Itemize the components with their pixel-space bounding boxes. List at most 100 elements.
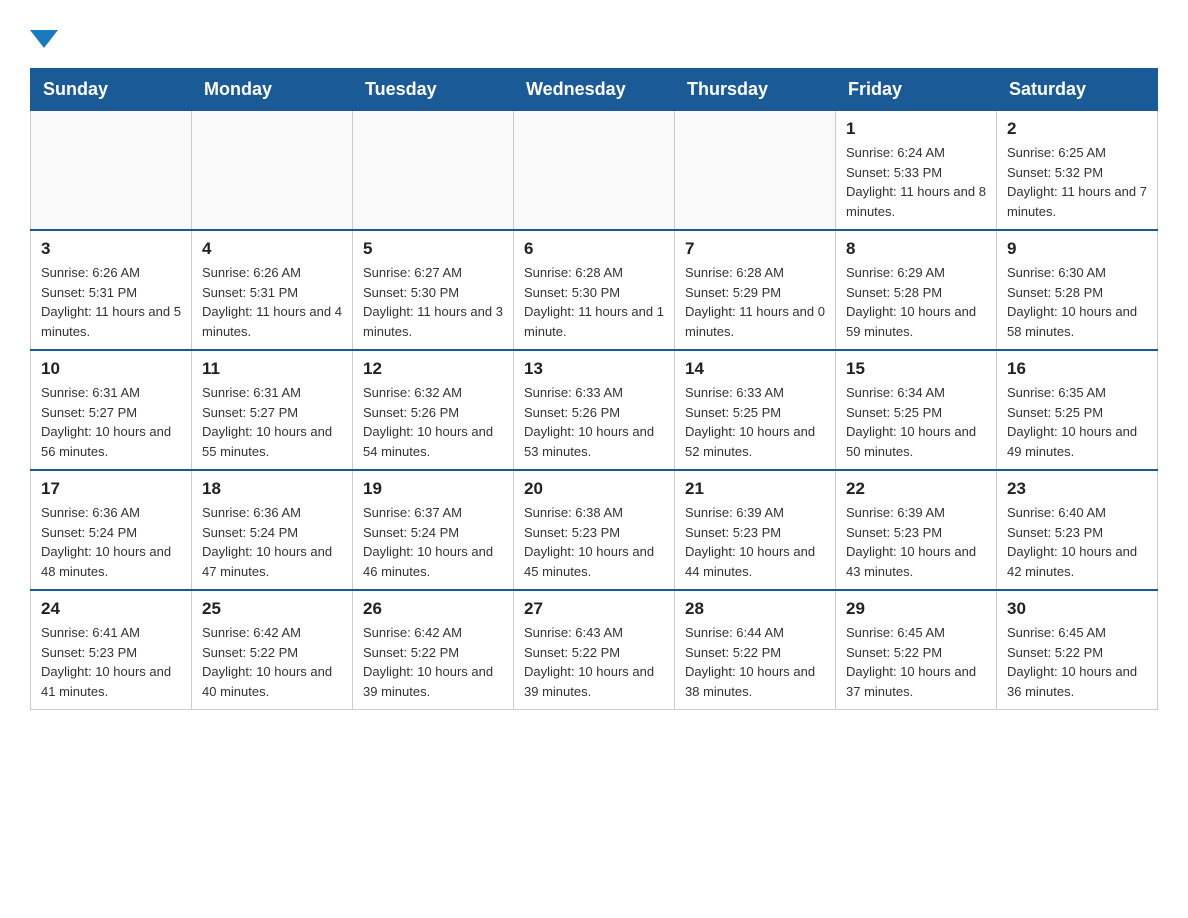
day-number: 2 [1007, 119, 1147, 139]
day-number: 8 [846, 239, 986, 259]
calendar-cell: 29 Sunrise: 6:45 AMSunset: 5:22 PMDayligh… [836, 590, 997, 710]
day-info: Sunrise: 6:38 AMSunset: 5:23 PMDaylight:… [524, 503, 664, 581]
day-info: Sunrise: 6:45 AMSunset: 5:22 PMDaylight:… [846, 623, 986, 701]
day-info: Sunrise: 6:42 AMSunset: 5:22 PMDaylight:… [202, 623, 342, 701]
day-number: 28 [685, 599, 825, 619]
day-info: Sunrise: 6:37 AMSunset: 5:24 PMDaylight:… [363, 503, 503, 581]
calendar-cell: 20 Sunrise: 6:38 AMSunset: 5:23 PMDayligh… [514, 470, 675, 590]
day-number: 23 [1007, 479, 1147, 499]
calendar-cell: 25 Sunrise: 6:42 AMSunset: 5:22 PMDayligh… [192, 590, 353, 710]
day-info: Sunrise: 6:32 AMSunset: 5:26 PMDaylight:… [363, 383, 503, 461]
calendar-cell: 10 Sunrise: 6:31 AMSunset: 5:27 PMDayligh… [31, 350, 192, 470]
calendar-table: SundayMondayTuesdayWednesdayThursdayFrid… [30, 68, 1158, 710]
calendar-cell: 19 Sunrise: 6:37 AMSunset: 5:24 PMDayligh… [353, 470, 514, 590]
calendar-cell: 17Sunrise: 6:36 AMSunset: 5:24 PMDayligh… [31, 470, 192, 590]
day-number: 30 [1007, 599, 1147, 619]
calendar-cell: 5 Sunrise: 6:27 AMSunset: 5:30 PMDaylight… [353, 230, 514, 350]
calendar-week-row: 17 Sunrise: 6:36 AMSunset: 5:24 PMDayligh… [31, 470, 1158, 590]
day-number: 10 [41, 359, 181, 379]
day-number: 7 [685, 239, 825, 259]
day-number: 13 [524, 359, 664, 379]
day-number: 16 [1007, 359, 1147, 379]
day-number: 9 [1007, 239, 1147, 259]
calendar-cell [353, 111, 514, 231]
day-info: Sunrise: 6:35 AMSunset: 5:25 PMDaylight:… [1007, 383, 1147, 461]
calendar-cell [675, 111, 836, 231]
day-info: Sunrise: 6:39 AMSunset: 5:23 PMDaylight:… [685, 503, 825, 581]
calendar-header-row: SundayMondayTuesdayWednesdayThursdayFrid… [31, 69, 1158, 111]
calendar-cell: 8 Sunrise: 6:29 AMSunset: 5:28 PMDaylight… [836, 230, 997, 350]
calendar-week-row: 24 Sunrise: 6:41 AMSunset: 5:23 PMDayligh… [31, 590, 1158, 710]
day-number: 18 [202, 479, 342, 499]
day-info: Sunrise: 6:44 AMSunset: 5:22 PMDaylight:… [685, 623, 825, 701]
day-number: 27 [524, 599, 664, 619]
day-info: Sunrise: 6:29 AMSunset: 5:28 PMDaylight:… [846, 263, 986, 341]
day-info: Sunrise: 6:41 AMSunset: 5:23 PMDaylight:… [41, 623, 181, 701]
calendar-cell: 27 Sunrise: 6:43 AMSunset: 5:22 PMDayligh… [514, 590, 675, 710]
day-number: 11 [202, 359, 342, 379]
day-number: 22 [846, 479, 986, 499]
calendar-cell: 21 Sunrise: 6:39 AMSunset: 5:23 PMDayligh… [675, 470, 836, 590]
calendar-cell: 13Sunrise: 6:33 AMSunset: 5:26 PMDayligh… [514, 350, 675, 470]
day-info: Sunrise: 6:33 AMSunset: 5:25 PMDaylight:… [685, 383, 825, 461]
day-number: 12 [363, 359, 503, 379]
calendar-cell: 23Sunrise: 6:40 AMSunset: 5:23 PMDayligh… [997, 470, 1158, 590]
calendar-cell: 1Sunrise: 6:24 AMSunset: 5:33 PMDaylight… [836, 111, 997, 231]
calendar-cell: 14 Sunrise: 6:33 AMSunset: 5:25 PMDayligh… [675, 350, 836, 470]
calendar-cell: 7 Sunrise: 6:28 AMSunset: 5:29 PMDaylight… [675, 230, 836, 350]
day-number: 3 [41, 239, 181, 259]
calendar-cell: 22 Sunrise: 6:39 AMSunset: 5:23 PMDayligh… [836, 470, 997, 590]
calendar-cell: 18 Sunrise: 6:36 AMSunset: 5:24 PMDayligh… [192, 470, 353, 590]
calendar-week-row: 1Sunrise: 6:24 AMSunset: 5:33 PMDaylight… [31, 111, 1158, 231]
day-info: Sunrise: 6:27 AMSunset: 5:30 PMDaylight:… [363, 263, 503, 341]
calendar-cell: 24 Sunrise: 6:41 AMSunset: 5:23 PMDayligh… [31, 590, 192, 710]
day-info: Sunrise: 6:43 AMSunset: 5:22 PMDaylight:… [524, 623, 664, 701]
calendar-cell: 4 Sunrise: 6:26 AMSunset: 5:31 PMDaylight… [192, 230, 353, 350]
day-number: 4 [202, 239, 342, 259]
day-info: Sunrise: 6:45 AMSunset: 5:22 PMDaylight:… [1007, 623, 1147, 701]
day-number: 25 [202, 599, 342, 619]
day-number: 24 [41, 599, 181, 619]
calendar-cell [31, 111, 192, 231]
calendar-cell [514, 111, 675, 231]
day-info: Sunrise: 6:36 AMSunset: 5:24 PMDaylight:… [202, 503, 342, 581]
calendar-cell: 6Sunrise: 6:28 AMSunset: 5:30 PMDaylight… [514, 230, 675, 350]
day-info: Sunrise: 6:25 AMSunset: 5:32 PMDaylight:… [1007, 143, 1147, 221]
calendar-cell: 3 Sunrise: 6:26 AMSunset: 5:31 PMDaylight… [31, 230, 192, 350]
day-info: Sunrise: 6:34 AMSunset: 5:25 PMDaylight:… [846, 383, 986, 461]
calendar-cell [192, 111, 353, 231]
calendar-cell: 9 Sunrise: 6:30 AMSunset: 5:28 PMDaylight… [997, 230, 1158, 350]
calendar-cell: 12 Sunrise: 6:32 AMSunset: 5:26 PMDayligh… [353, 350, 514, 470]
column-header-tuesday: Tuesday [353, 69, 514, 111]
calendar-cell: 30 Sunrise: 6:45 AMSunset: 5:22 PMDayligh… [997, 590, 1158, 710]
day-number: 29 [846, 599, 986, 619]
page-header [30, 30, 1158, 48]
day-number: 19 [363, 479, 503, 499]
day-info: Sunrise: 6:39 AMSunset: 5:23 PMDaylight:… [846, 503, 986, 581]
calendar-week-row: 10 Sunrise: 6:31 AMSunset: 5:27 PMDayligh… [31, 350, 1158, 470]
day-number: 21 [685, 479, 825, 499]
day-number: 20 [524, 479, 664, 499]
day-info: Sunrise: 6:26 AMSunset: 5:31 PMDaylight:… [41, 263, 181, 341]
day-info: Sunrise: 6:26 AMSunset: 5:31 PMDaylight:… [202, 263, 342, 341]
day-number: 1 [846, 119, 986, 139]
day-info: Sunrise: 6:30 AMSunset: 5:28 PMDaylight:… [1007, 263, 1147, 341]
day-number: 17 [41, 479, 181, 499]
day-number: 26 [363, 599, 503, 619]
day-number: 14 [685, 359, 825, 379]
calendar-cell: 26 Sunrise: 6:42 AMSunset: 5:22 PMDayligh… [353, 590, 514, 710]
logo-triangle-icon [30, 30, 58, 48]
calendar-cell: 15 Sunrise: 6:34 AMSunset: 5:25 PMDayligh… [836, 350, 997, 470]
day-number: 5 [363, 239, 503, 259]
calendar-cell: 28 Sunrise: 6:44 AMSunset: 5:22 PMDayligh… [675, 590, 836, 710]
day-info: Sunrise: 6:42 AMSunset: 5:22 PMDaylight:… [363, 623, 503, 701]
calendar-cell: 16 Sunrise: 6:35 AMSunset: 5:25 PMDayligh… [997, 350, 1158, 470]
logo [30, 30, 60, 48]
day-number: 6 [524, 239, 664, 259]
column-header-saturday: Saturday [997, 69, 1158, 111]
column-header-thursday: Thursday [675, 69, 836, 111]
calendar-cell: 11Sunrise: 6:31 AMSunset: 5:27 PMDayligh… [192, 350, 353, 470]
day-number: 15 [846, 359, 986, 379]
day-info: Sunrise: 6:31 AMSunset: 5:27 PMDaylight:… [41, 383, 181, 461]
day-info: Sunrise: 6:28 AMSunset: 5:29 PMDaylight:… [685, 263, 825, 341]
